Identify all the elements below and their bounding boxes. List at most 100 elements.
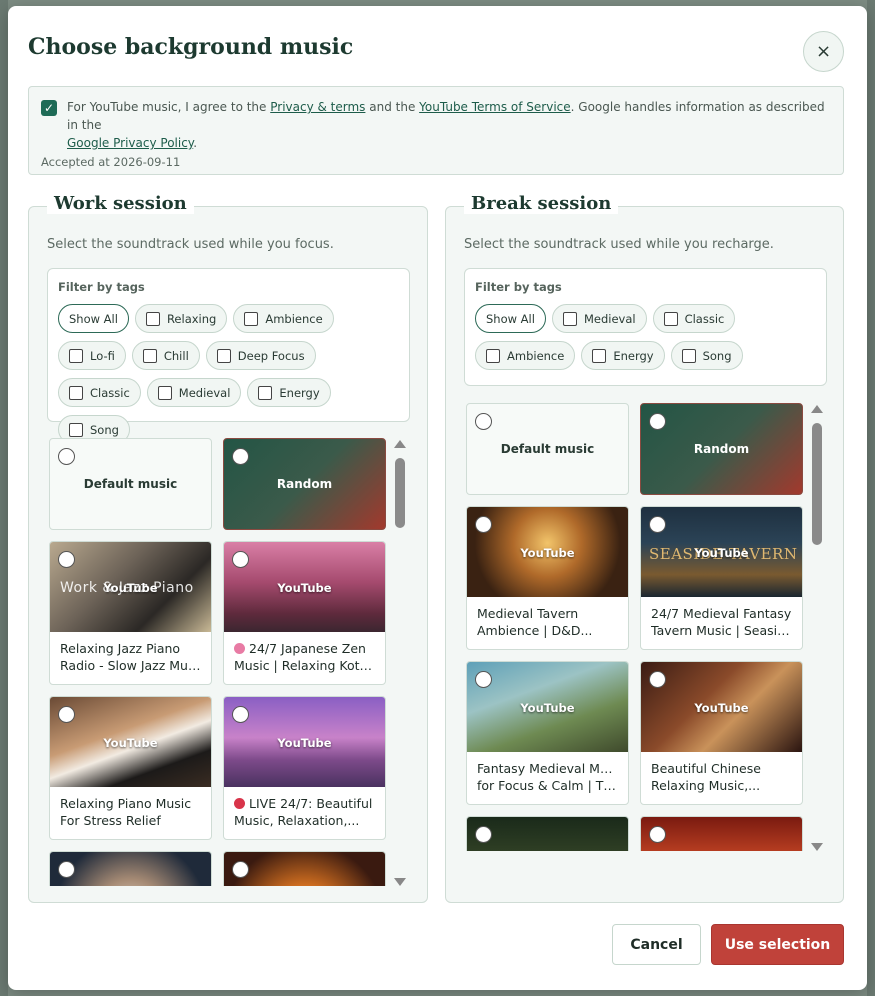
work-tag-classic[interactable]: Classic — [58, 378, 141, 407]
close-button[interactable]: × — [803, 31, 844, 72]
tag-label: Lo-fi — [90, 348, 115, 363]
radio-button[interactable] — [232, 861, 249, 878]
radio-button[interactable] — [58, 706, 75, 723]
break-option-random[interactable]: Random — [640, 403, 803, 495]
tag-label: Show All — [486, 311, 535, 326]
break-option-partial-1[interactable] — [466, 816, 629, 851]
scroll-thumb[interactable] — [395, 458, 405, 528]
youtube-label: YouTube — [103, 736, 158, 750]
consent-checkbox[interactable]: ✓ — [41, 100, 57, 116]
video-title: 24/7 Medieval Fantasy Tavern Music | Sea… — [641, 597, 802, 649]
radio-button[interactable] — [475, 671, 492, 688]
tag-checkbox — [663, 311, 678, 326]
radio-button[interactable] — [232, 448, 249, 465]
youtube-terms-link[interactable]: YouTube Terms of Service — [419, 100, 571, 114]
work-option-jazz-piano[interactable]: Work & Jazz Piano YouTube Relaxing Jazz … — [49, 541, 212, 685]
break-option-seaside-tavern[interactable]: SEASIDE TAVERN YouTube 24/7 Medieval Fan… — [640, 506, 803, 650]
work-option-piano-stress[interactable]: YouTube Relaxing Piano Music For Stress … — [49, 696, 212, 840]
tag-checkbox — [142, 348, 157, 363]
radio-button[interactable] — [58, 861, 75, 878]
scroll-down-icon[interactable] — [394, 878, 406, 886]
option-label: Default music — [500, 442, 595, 456]
title-line: Relaxing Music,... — [651, 778, 761, 793]
use-selection-button[interactable]: Use selection — [711, 924, 844, 965]
tag-label: Chill — [163, 348, 189, 363]
radio-button[interactable] — [232, 551, 249, 568]
break-tag-classic[interactable]: Classic — [652, 304, 736, 333]
consent-box: ✓ For YouTube music, I agree to the Priv… — [28, 86, 844, 175]
scroll-up-icon[interactable] — [394, 440, 406, 448]
scroll-thumb[interactable] — [812, 423, 822, 545]
break-tag-show-all[interactable]: Show All — [475, 304, 546, 333]
work-tag-lofi[interactable]: Lo-fi — [58, 341, 126, 370]
break-option-default[interactable]: Default music — [466, 403, 629, 495]
radio-button[interactable] — [475, 516, 492, 533]
work-option-japanese-zen[interactable]: YouTube 24/7 Japanese Zen Music | Relaxi… — [223, 541, 386, 685]
tag-label: Show All — [69, 311, 118, 326]
break-option-fantasy-medieval[interactable]: YouTube Fantasy Medieval Music for Focus… — [466, 661, 629, 805]
tag-label: Classic — [684, 311, 725, 326]
break-option-medieval-tavern[interactable]: YouTube Medieval Tavern Ambience | D&D..… — [466, 506, 629, 650]
break-tag-energy[interactable]: Energy — [581, 341, 665, 370]
title-line: Beautiful Chinese — [651, 761, 761, 776]
google-privacy-link[interactable]: Google Privacy Policy — [67, 136, 193, 150]
work-tag-energy[interactable]: Energy — [247, 378, 331, 407]
break-scrollbar[interactable] — [810, 405, 823, 851]
work-tag-chill[interactable]: Chill — [131, 341, 200, 370]
work-option-live-beautiful[interactable]: YouTube LIVE 24/7: Beautiful Music, Rela… — [223, 696, 386, 840]
scroll-down-icon[interactable] — [811, 843, 823, 851]
option-label: Random — [276, 477, 333, 491]
break-tag-song[interactable]: Song — [670, 341, 743, 370]
scroll-up-icon[interactable] — [811, 405, 823, 413]
consent-prefix: For YouTube music, I agree to the — [67, 100, 271, 114]
title-line: Fantasy Medieval Music — [477, 761, 618, 776]
break-music-list[interactable]: Default music Random YouTube Medieval Ta… — [464, 403, 810, 851]
youtube-label: YouTube — [277, 581, 332, 595]
tag-checkbox — [244, 311, 259, 326]
break-filter-box: Filter by tags Show All Medieval Classic… — [464, 268, 827, 386]
work-tag-ambience[interactable]: Ambience — [233, 304, 334, 333]
break-tag-medieval[interactable]: Medieval — [551, 304, 647, 333]
break-option-partial-2[interactable] — [640, 816, 803, 851]
tag-label: Song — [702, 348, 732, 363]
break-session-panel: Break session Select the soundtrack used… — [445, 193, 844, 903]
privacy-terms-link[interactable]: Privacy & terms — [270, 100, 365, 114]
tag-checkbox — [681, 348, 696, 363]
title-line: Relaxing Jazz Piano — [60, 641, 181, 656]
radio-button[interactable] — [58, 551, 75, 568]
work-option-random[interactable]: Random — [223, 438, 386, 530]
work-tag-show-all[interactable]: Show All — [58, 304, 129, 333]
work-tag-relaxing[interactable]: Relaxing — [134, 304, 228, 333]
cancel-button[interactable]: Cancel — [612, 924, 701, 965]
red-dot-icon — [234, 798, 245, 809]
radio-button[interactable] — [475, 413, 492, 430]
work-tag-list: Show All Relaxing Ambience Lo-fi Chill D… — [58, 304, 399, 444]
tag-checkbox — [258, 385, 273, 400]
radio-button[interactable] — [649, 826, 666, 843]
radio-button[interactable] — [649, 671, 666, 688]
work-filter-box: Filter by tags Show All Relaxing Ambienc… — [47, 268, 410, 444]
work-tag-medieval[interactable]: Medieval — [146, 378, 242, 407]
option-label: Random — [693, 442, 750, 456]
work-option-partial-1[interactable] — [49, 851, 212, 886]
tag-checkbox — [486, 348, 500, 363]
work-scrollbar[interactable] — [393, 440, 406, 886]
dialog-title: Choose background music — [28, 34, 354, 60]
radio-button[interactable] — [649, 516, 666, 533]
break-tag-ambience[interactable]: Ambience — [475, 341, 576, 370]
video-title: LIVE 24/7: Beautiful Music, Relaxation,.… — [224, 787, 385, 839]
tag-label: Ambience — [265, 311, 323, 326]
radio-button[interactable] — [58, 448, 75, 465]
work-music-list[interactable]: Default music Random Work & Jazz Piano Y… — [47, 438, 393, 886]
work-tag-deep-focus[interactable]: Deep Focus — [205, 341, 316, 370]
video-title: Beautiful Chinese Relaxing Music,... — [641, 752, 802, 804]
break-option-chinese-relaxing[interactable]: YouTube Beautiful Chinese Relaxing Music… — [640, 661, 803, 805]
title-line: 24/7 Japanese Zen — [249, 641, 366, 656]
work-option-default[interactable]: Default music — [49, 438, 212, 530]
tag-label: Energy — [279, 385, 320, 400]
radio-button[interactable] — [232, 706, 249, 723]
work-option-partial-2[interactable] — [223, 851, 386, 886]
radio-button[interactable] — [475, 826, 492, 843]
radio-button[interactable] — [649, 413, 666, 430]
tag-checkbox — [562, 311, 577, 326]
